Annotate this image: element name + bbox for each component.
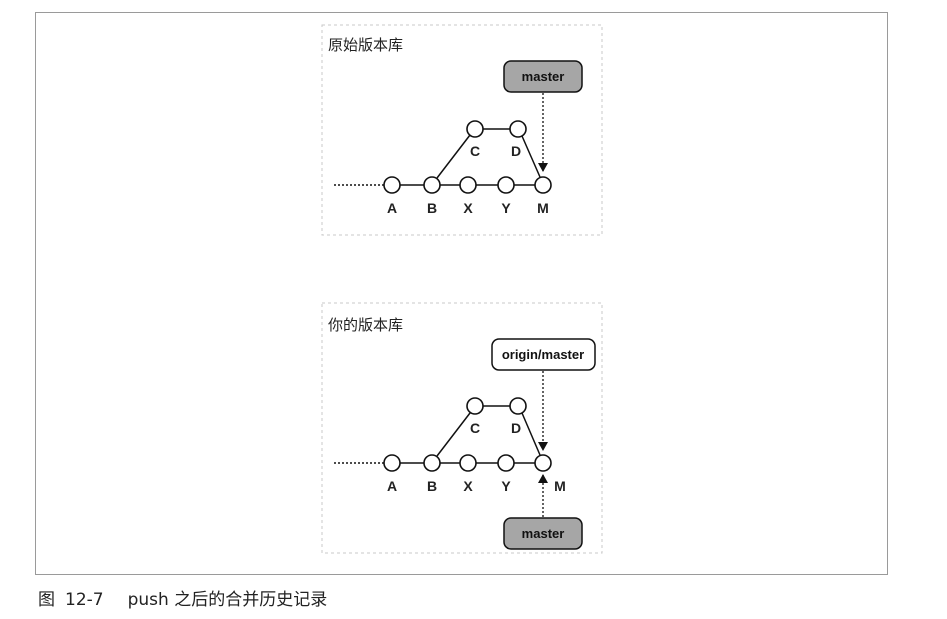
caption-prefix: 图 <box>38 590 55 610</box>
master-ref: master <box>503 517 583 550</box>
commit-node-b <box>423 454 441 472</box>
ref-label: master <box>522 69 565 84</box>
node-label-x: X <box>463 478 473 494</box>
commit-node-x <box>459 454 477 472</box>
caption-number: 12-7 <box>65 590 104 610</box>
node-label-d: D <box>511 143 521 159</box>
node-label-m: M <box>554 478 566 494</box>
node-label-x: X <box>463 200 473 216</box>
commit-node-a <box>383 176 401 194</box>
node-label-c: C <box>470 143 480 159</box>
panel-title: 原始版本库 <box>328 36 403 54</box>
node-label-b: B <box>427 478 437 494</box>
edge-d-m <box>521 412 541 456</box>
commit-node-m <box>534 176 552 194</box>
commit-node-d <box>509 120 527 138</box>
ref-label: origin/master <box>502 347 584 362</box>
node-label-a: A <box>387 478 397 494</box>
edge-b-c <box>436 412 471 457</box>
node-label-c: C <box>470 420 480 436</box>
origin-master-ref: origin/master <box>491 338 596 371</box>
ref-label: master <box>522 526 565 541</box>
master-ref: master <box>503 60 583 93</box>
commit-node-b <box>423 176 441 194</box>
commit-node-x <box>459 176 477 194</box>
edge-d-m <box>521 135 541 178</box>
figure-caption: 图 12-7 push 之后的合并历史记录 <box>38 585 327 610</box>
commit-node-y <box>497 176 515 194</box>
panel-title: 你的版本库 <box>328 316 403 334</box>
panel-original-repo: 原始版本库 master A B X Y M C D <box>321 24 603 236</box>
commit-node-y <box>497 454 515 472</box>
caption-text: push 之后的合并历史记录 <box>127 590 328 610</box>
node-label-b: B <box>427 200 437 216</box>
node-label-m: M <box>537 200 549 216</box>
panel-your-repo: 你的版本库 origin/master master A B X Y M C D <box>321 302 603 554</box>
panel-border <box>321 24 603 236</box>
edge-b-c <box>436 134 471 179</box>
node-label-d: D <box>511 420 521 436</box>
node-label-y: Y <box>501 200 511 216</box>
commit-node-c <box>466 397 484 415</box>
node-label-y: Y <box>501 478 511 494</box>
commit-node-m <box>534 454 552 472</box>
commit-diagrams: 原始版本库 master A B X Y M C D 你的版本库 origin/… <box>321 24 603 554</box>
node-label-a: A <box>387 200 397 216</box>
commit-node-a <box>383 454 401 472</box>
commit-node-c <box>466 120 484 138</box>
commit-node-d <box>509 397 527 415</box>
